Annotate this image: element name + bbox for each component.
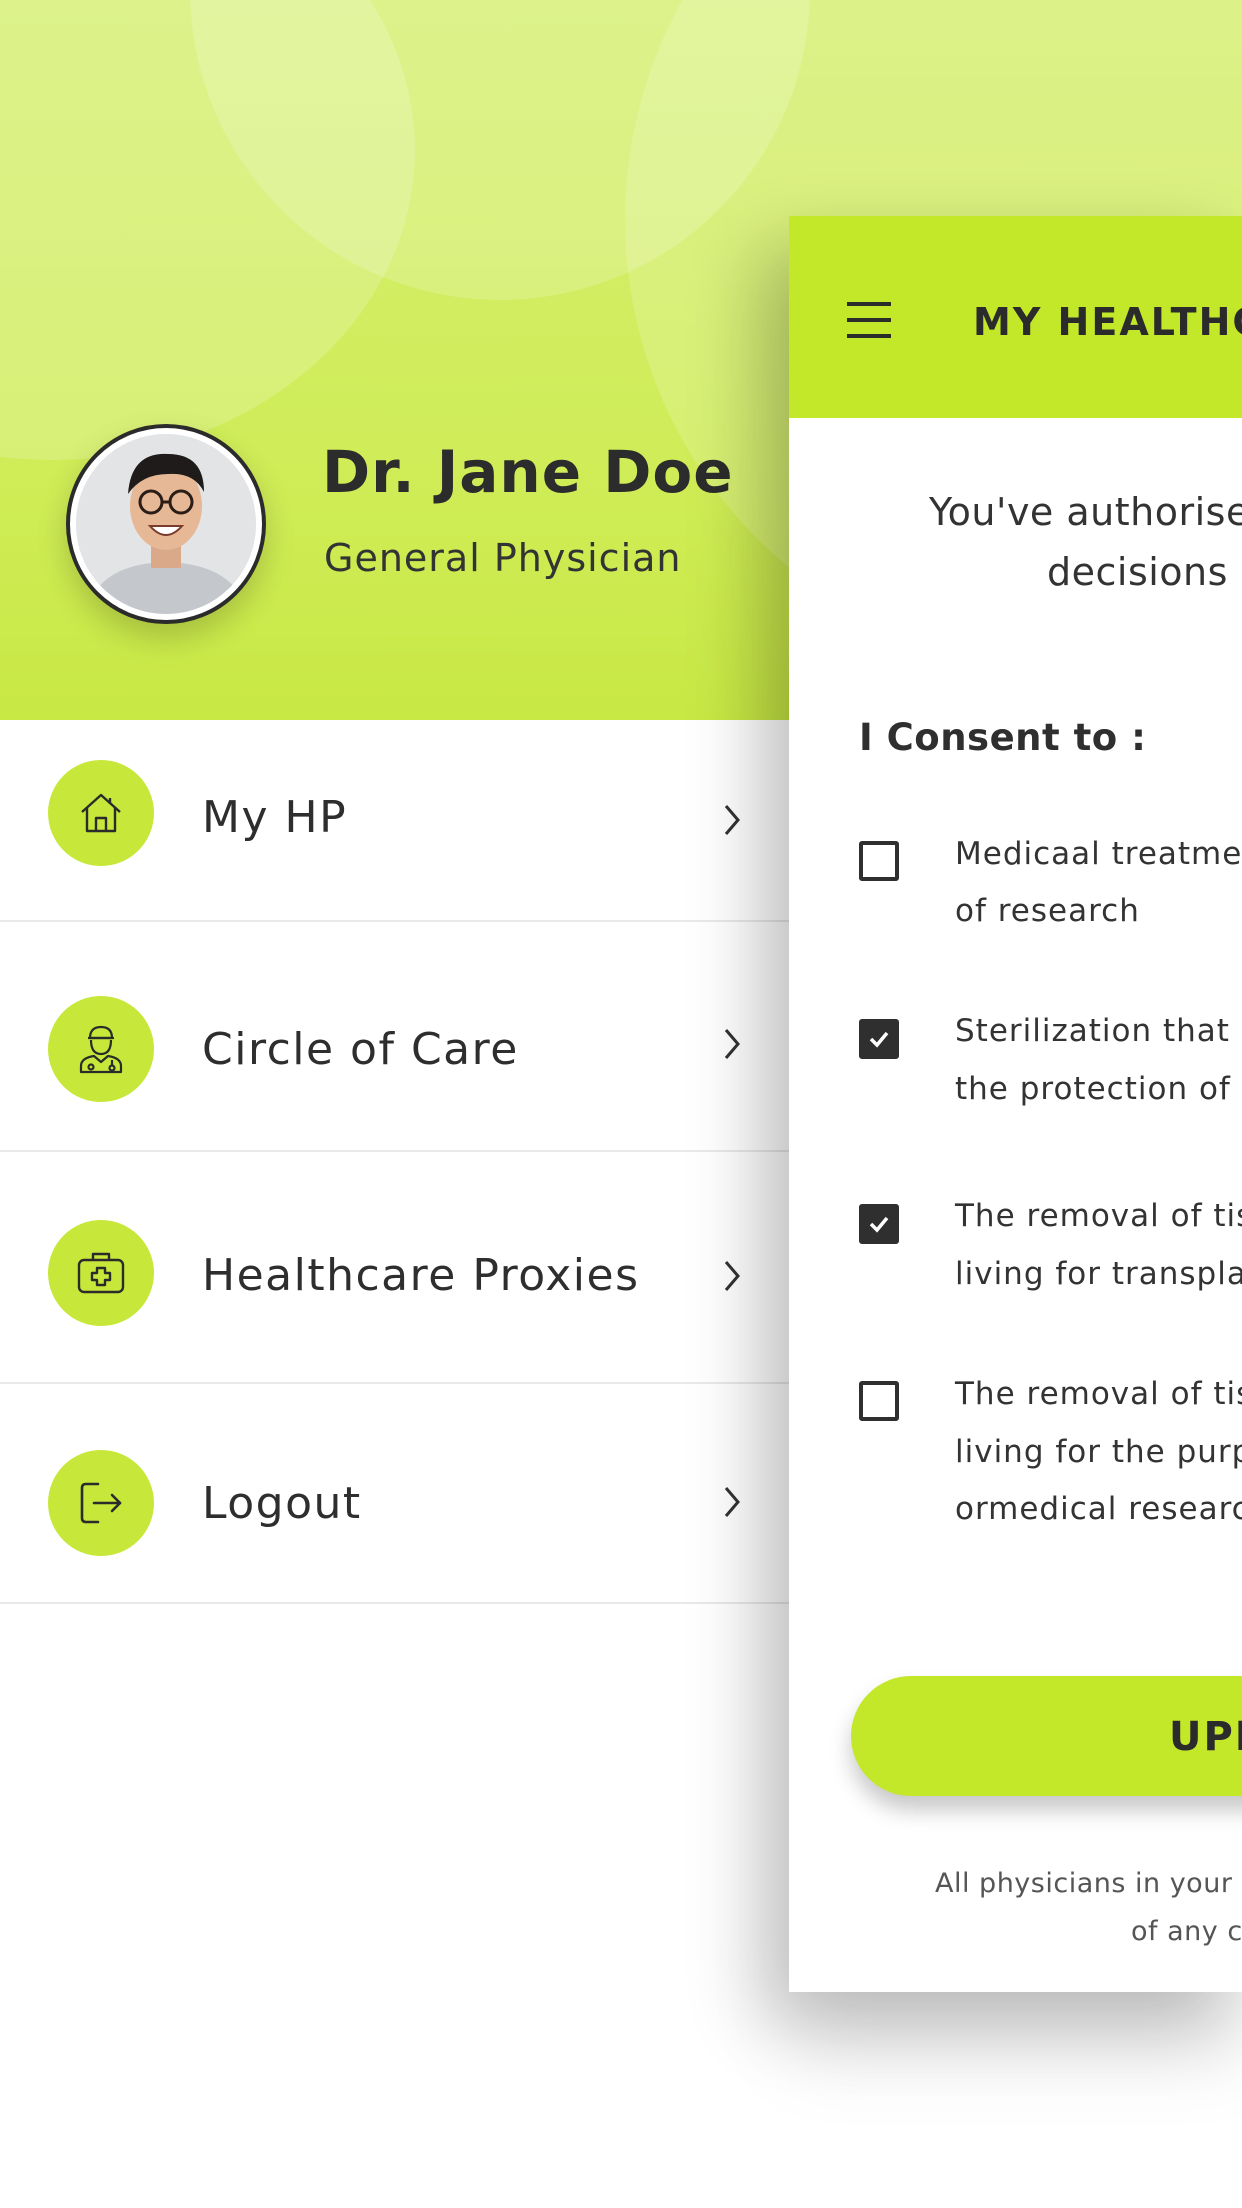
consent-option-text: The removal of tis <box>955 1376 1242 1412</box>
chevron-right-icon <box>724 1029 740 1059</box>
sidebar-item-circle-of-care[interactable]: Circle of Care <box>0 920 790 1152</box>
avatar[interactable] <box>66 424 266 624</box>
page-title: MY HEALTHC <box>973 300 1242 344</box>
consent-heading: I Consent to : <box>859 716 1147 759</box>
consent-option-text: The removal of tis <box>955 1198 1242 1234</box>
consent-option-text: ormedical researc <box>955 1491 1242 1527</box>
consent-option-text: the protection of <box>955 1071 1231 1107</box>
sidebar-item-healthcare-proxies[interactable]: Healthcare Proxies <box>0 1150 790 1384</box>
consent-checkbox[interactable] <box>859 1204 899 1244</box>
user-photo <box>76 434 256 614</box>
sidebar-item-logout[interactable]: Logout <box>0 1382 790 1604</box>
profile-role: General Physician <box>324 536 682 580</box>
profile-name: Dr. Jane Doe <box>322 438 734 506</box>
update-button-label: UPI <box>1169 1714 1242 1760</box>
consent-checkbox[interactable] <box>859 1019 899 1059</box>
checkmark-icon <box>869 1031 889 1048</box>
medical-kit-icon <box>48 1220 154 1326</box>
consent-option-text: of research <box>955 893 1140 929</box>
consent-checkbox[interactable] <box>859 841 899 881</box>
home-icon <box>48 760 154 866</box>
sidebar-item-my-hp[interactable]: My HP <box>0 720 790 922</box>
consent-option-text: Medicaal treatme <box>955 836 1242 872</box>
authorised-text: You've authorise <box>929 490 1242 534</box>
consent-option-text: Sterilization that <box>955 1013 1230 1049</box>
checkmark-icon <box>869 1216 889 1233</box>
sidebar-item-label: My HP <box>202 792 348 843</box>
doctor-icon <box>48 996 154 1102</box>
footer-note: All physicians in your c <box>935 1868 1242 1899</box>
footer-note: of any c <box>1131 1916 1242 1947</box>
consent-checkbox[interactable] <box>859 1381 899 1421</box>
chevron-right-icon <box>724 1261 740 1291</box>
chevron-right-icon <box>724 1487 740 1517</box>
main-screen-panel: MY HEALTHC You've authorise decisions I … <box>789 216 1242 1992</box>
logout-icon <box>48 1450 154 1556</box>
sidebar-item-label: Healthcare Proxies <box>202 1250 640 1301</box>
consent-option-text: living for the purp <box>955 1434 1242 1470</box>
chevron-right-icon <box>724 805 740 835</box>
update-button[interactable]: UPI <box>851 1676 1242 1796</box>
hamburger-menu-icon[interactable] <box>845 300 893 340</box>
authorised-text: decisions <box>1047 550 1228 594</box>
sidebar-item-label: Logout <box>202 1478 362 1529</box>
app-bar: MY HEALTHC <box>789 216 1242 418</box>
consent-option-text: living for transpla <box>955 1256 1242 1292</box>
sidebar-item-label: Circle of Care <box>202 1024 519 1075</box>
